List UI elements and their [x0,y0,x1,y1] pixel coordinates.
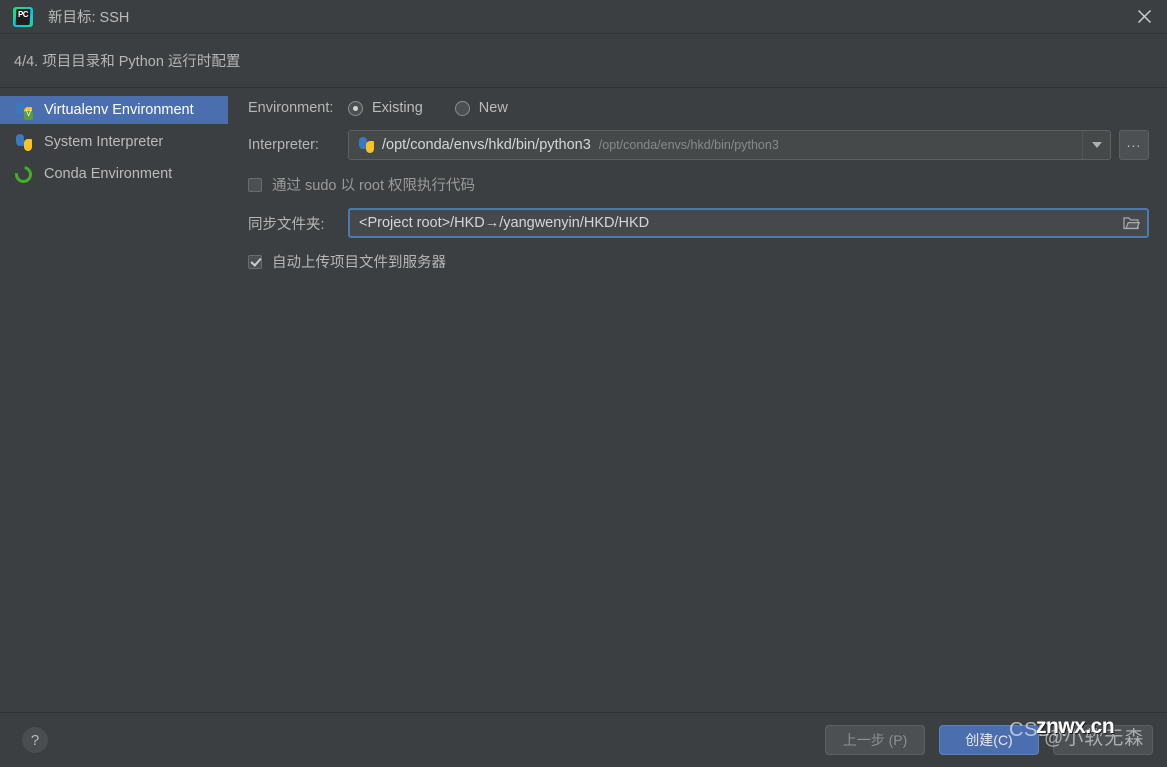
dialog-footer: ? 上一步 (P) 创建(C) CSDN @小软无森 znwx.cn znwx.… [0,712,1167,767]
interpreter-label: Interpreter: [248,137,348,153]
sudo-checkbox[interactable]: 通过 sudo 以 root 权限执行代码 [248,174,475,195]
sidebar-item-label: System Interpreter [44,134,163,150]
configuration-form: Environment: Existing New Interpreter: [228,88,1167,712]
window-title: 新目标: SSH [48,6,129,27]
sudo-checkbox-label: 通过 sudo 以 root 权限执行代码 [272,174,475,195]
sidebar-item-label: Virtualenv Environment [44,102,194,118]
environment-type-sidebar: Virtualenv Environment System Interprete… [0,88,228,712]
radio-new-label: New [479,100,508,116]
help-button[interactable]: ? [22,727,48,753]
radio-existing-indicator [348,101,363,116]
sidebar-item-label: Conda Environment [44,166,172,182]
sidebar-item-system-interpreter[interactable]: System Interpreter [0,128,228,156]
close-icon[interactable] [1121,0,1167,33]
environment-row: Environment: Existing New [248,100,1149,116]
sudo-checkbox-box [248,178,262,192]
sidebar-item-virtualenv-environment[interactable]: Virtualenv Environment [0,96,228,124]
interpreter-combobox[interactable]: /opt/conda/envs/hkd/bin/python3 /opt/con… [348,130,1111,160]
auto-upload-checkbox[interactable]: 自动上传项目文件到服务器 [248,251,446,272]
auto-upload-checkbox-label: 自动上传项目文件到服务器 [272,251,446,272]
radio-existing[interactable]: Existing [348,100,423,116]
page-title: 4/4. 项目目录和 Python 运行时配置 [14,50,240,71]
new-target-ssh-dialog: PC 新目标: SSH 4/4. 项目目录和 Python 运行时配置 Virt… [0,0,1167,767]
sync-folder-row: 同步文件夹: <Project root>/HKD→/yangwenyin/HK… [248,208,1149,238]
conda-icon [12,162,36,186]
create-button[interactable]: 创建(C) [939,725,1039,755]
interpreter-browse-button[interactable]: ... [1119,130,1149,160]
step-header: 4/4. 项目目录和 Python 运行时配置 [0,34,1167,88]
folder-icon[interactable] [1121,214,1141,232]
cancel-button[interactable] [1053,725,1153,755]
interpreter-row: Interpreter: /opt/conda/envs/hkd/bin/pyt… [248,130,1149,160]
python-venv-icon [15,102,32,119]
radio-new-indicator [455,101,470,116]
previous-step-button[interactable]: 上一步 (P) [825,725,925,755]
chevron-down-icon[interactable] [1082,131,1110,159]
sync-folder-value: <Project root>/HKD→/yangwenyin/HKD/HKD [359,215,649,231]
python-icon [15,134,32,151]
interpreter-value: /opt/conda/envs/hkd/bin/python3 [382,137,591,153]
sidebar-item-conda-environment[interactable]: Conda Environment [0,160,228,188]
python-icon [358,137,374,153]
auto-upload-checkbox-box [248,255,262,269]
radio-existing-label: Existing [372,100,423,116]
environment-label: Environment: [248,100,348,116]
sudo-row: 通过 sudo 以 root 权限执行代码 [248,174,1149,195]
radio-new[interactable]: New [455,100,508,116]
title-bar: PC 新目标: SSH [0,0,1167,34]
dialog-body: Virtualenv Environment System Interprete… [0,88,1167,712]
pycharm-icon: PC [13,7,33,27]
sync-folder-input[interactable]: <Project root>/HKD→/yangwenyin/HKD/HKD [348,208,1149,238]
footer-buttons: 上一步 (P) 创建(C) [825,725,1153,755]
interpreter-hint: /opt/conda/envs/hkd/bin/python3 [599,138,779,152]
sync-folder-label: 同步文件夹: [248,213,348,234]
auto-upload-row: 自动上传项目文件到服务器 [248,251,1149,272]
